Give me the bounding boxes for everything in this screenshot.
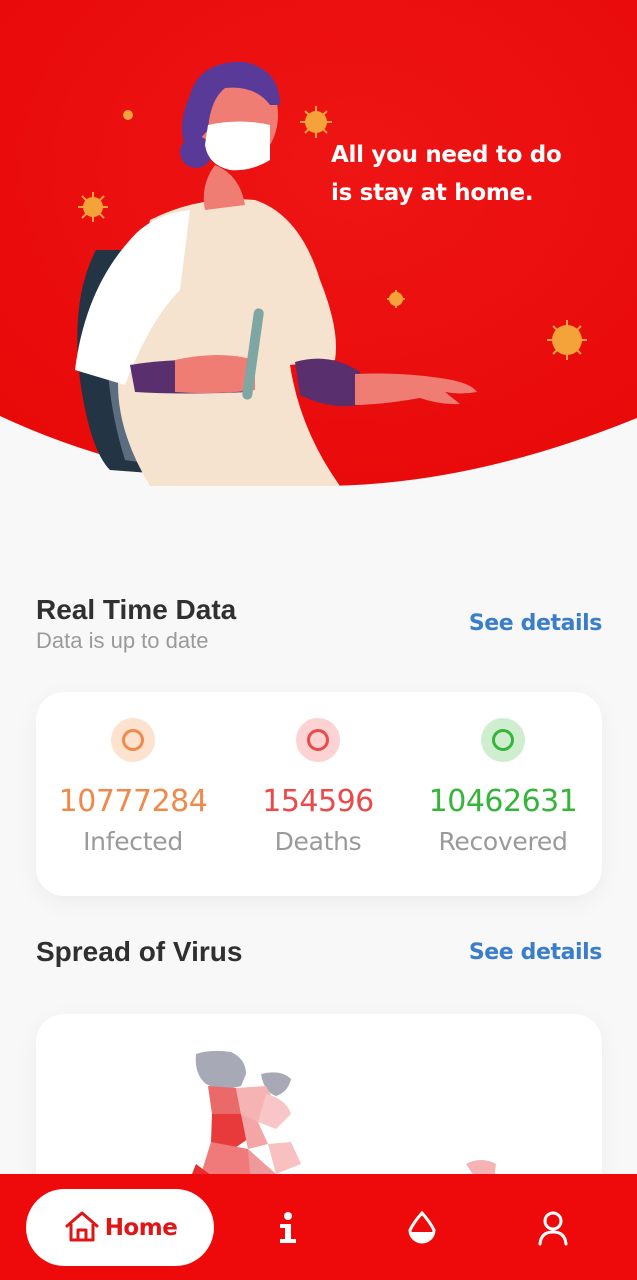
bottom-nav: Home bbox=[0, 1174, 637, 1280]
nav-home-label: Home bbox=[104, 1214, 178, 1241]
stat-label: Deaths bbox=[274, 827, 362, 856]
stat-value: 154596 bbox=[262, 784, 374, 819]
hero-banner: All you need to do is stay at home. bbox=[0, 0, 637, 500]
recovered-dot-icon bbox=[481, 718, 525, 762]
deaths-dot-icon bbox=[296, 718, 340, 762]
stat-value: 10462631 bbox=[428, 784, 578, 819]
info-icon[interactable] bbox=[270, 1210, 306, 1246]
user-icon[interactable] bbox=[535, 1210, 571, 1246]
hero-tagline: All you need to do is stay at home. bbox=[331, 136, 611, 212]
infected-dot-icon bbox=[111, 718, 155, 762]
stat-recovered: 10462631 Recovered bbox=[409, 692, 597, 856]
stat-label: Recovered bbox=[438, 827, 568, 856]
hero-illustration bbox=[0, 0, 637, 486]
realtime-see-details-link[interactable]: See details bbox=[469, 611, 603, 636]
stat-infected: 10777284 Infected bbox=[39, 692, 227, 856]
stat-value: 10777284 bbox=[58, 784, 208, 819]
hero-tagline-line1: All you need to do bbox=[331, 142, 562, 168]
hero-tagline-line2: is stay at home. bbox=[331, 180, 534, 206]
nav-home-button[interactable]: Home bbox=[26, 1189, 214, 1266]
home-icon bbox=[63, 1208, 101, 1248]
spread-section-header: Spread of Virus See details bbox=[36, 936, 602, 968]
drop-icon[interactable] bbox=[404, 1210, 440, 1246]
stat-label: Infected bbox=[83, 827, 183, 856]
spread-see-details-link[interactable]: See details bbox=[469, 940, 603, 965]
realtime-section-header: Real Time Data Data is up to date See de… bbox=[36, 594, 602, 654]
realtime-stats-card: 10777284 Infected 154596 Deaths 10462631… bbox=[36, 692, 602, 896]
stat-deaths: 154596 Deaths bbox=[224, 692, 412, 856]
